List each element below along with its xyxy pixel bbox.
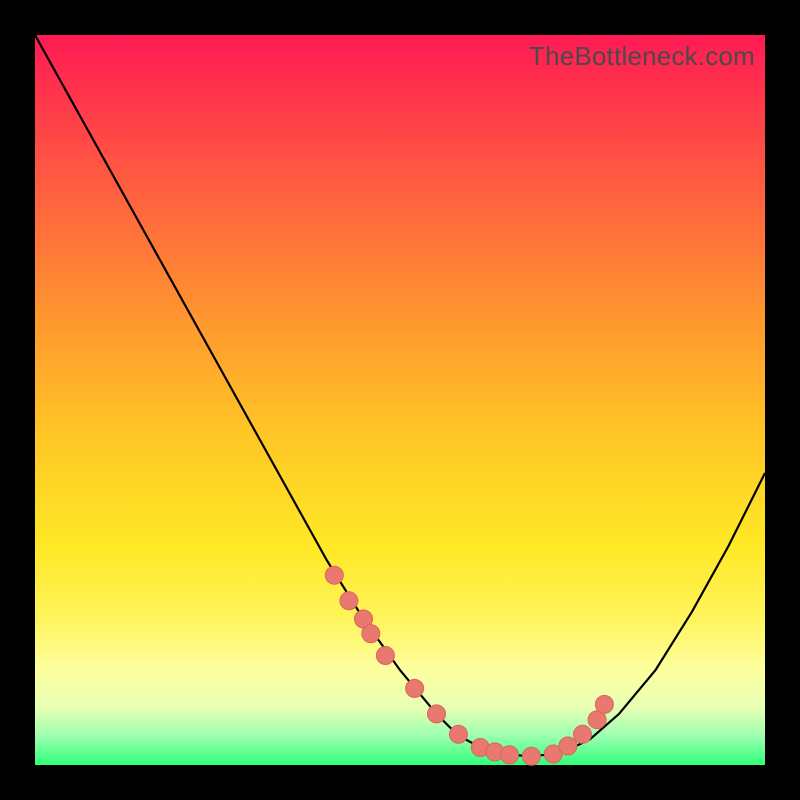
marker-dot <box>559 737 577 755</box>
marker-dot <box>325 566 343 584</box>
marker-dot <box>449 725 467 743</box>
marker-dot <box>376 647 394 665</box>
marker-dot <box>362 625 380 643</box>
bottleneck-curve <box>35 35 765 756</box>
marker-dot <box>574 725 592 743</box>
plot-area: TheBottleneck.com <box>35 35 765 765</box>
marker-dot <box>595 695 613 713</box>
marker-dot <box>501 746 519 764</box>
marker-dot <box>428 705 446 723</box>
marker-dot <box>406 679 424 697</box>
marker-dot <box>340 592 358 610</box>
chart-frame: TheBottleneck.com <box>0 0 800 800</box>
chart-svg <box>35 35 765 765</box>
marker-dot <box>522 747 540 765</box>
marker-points <box>325 566 613 765</box>
